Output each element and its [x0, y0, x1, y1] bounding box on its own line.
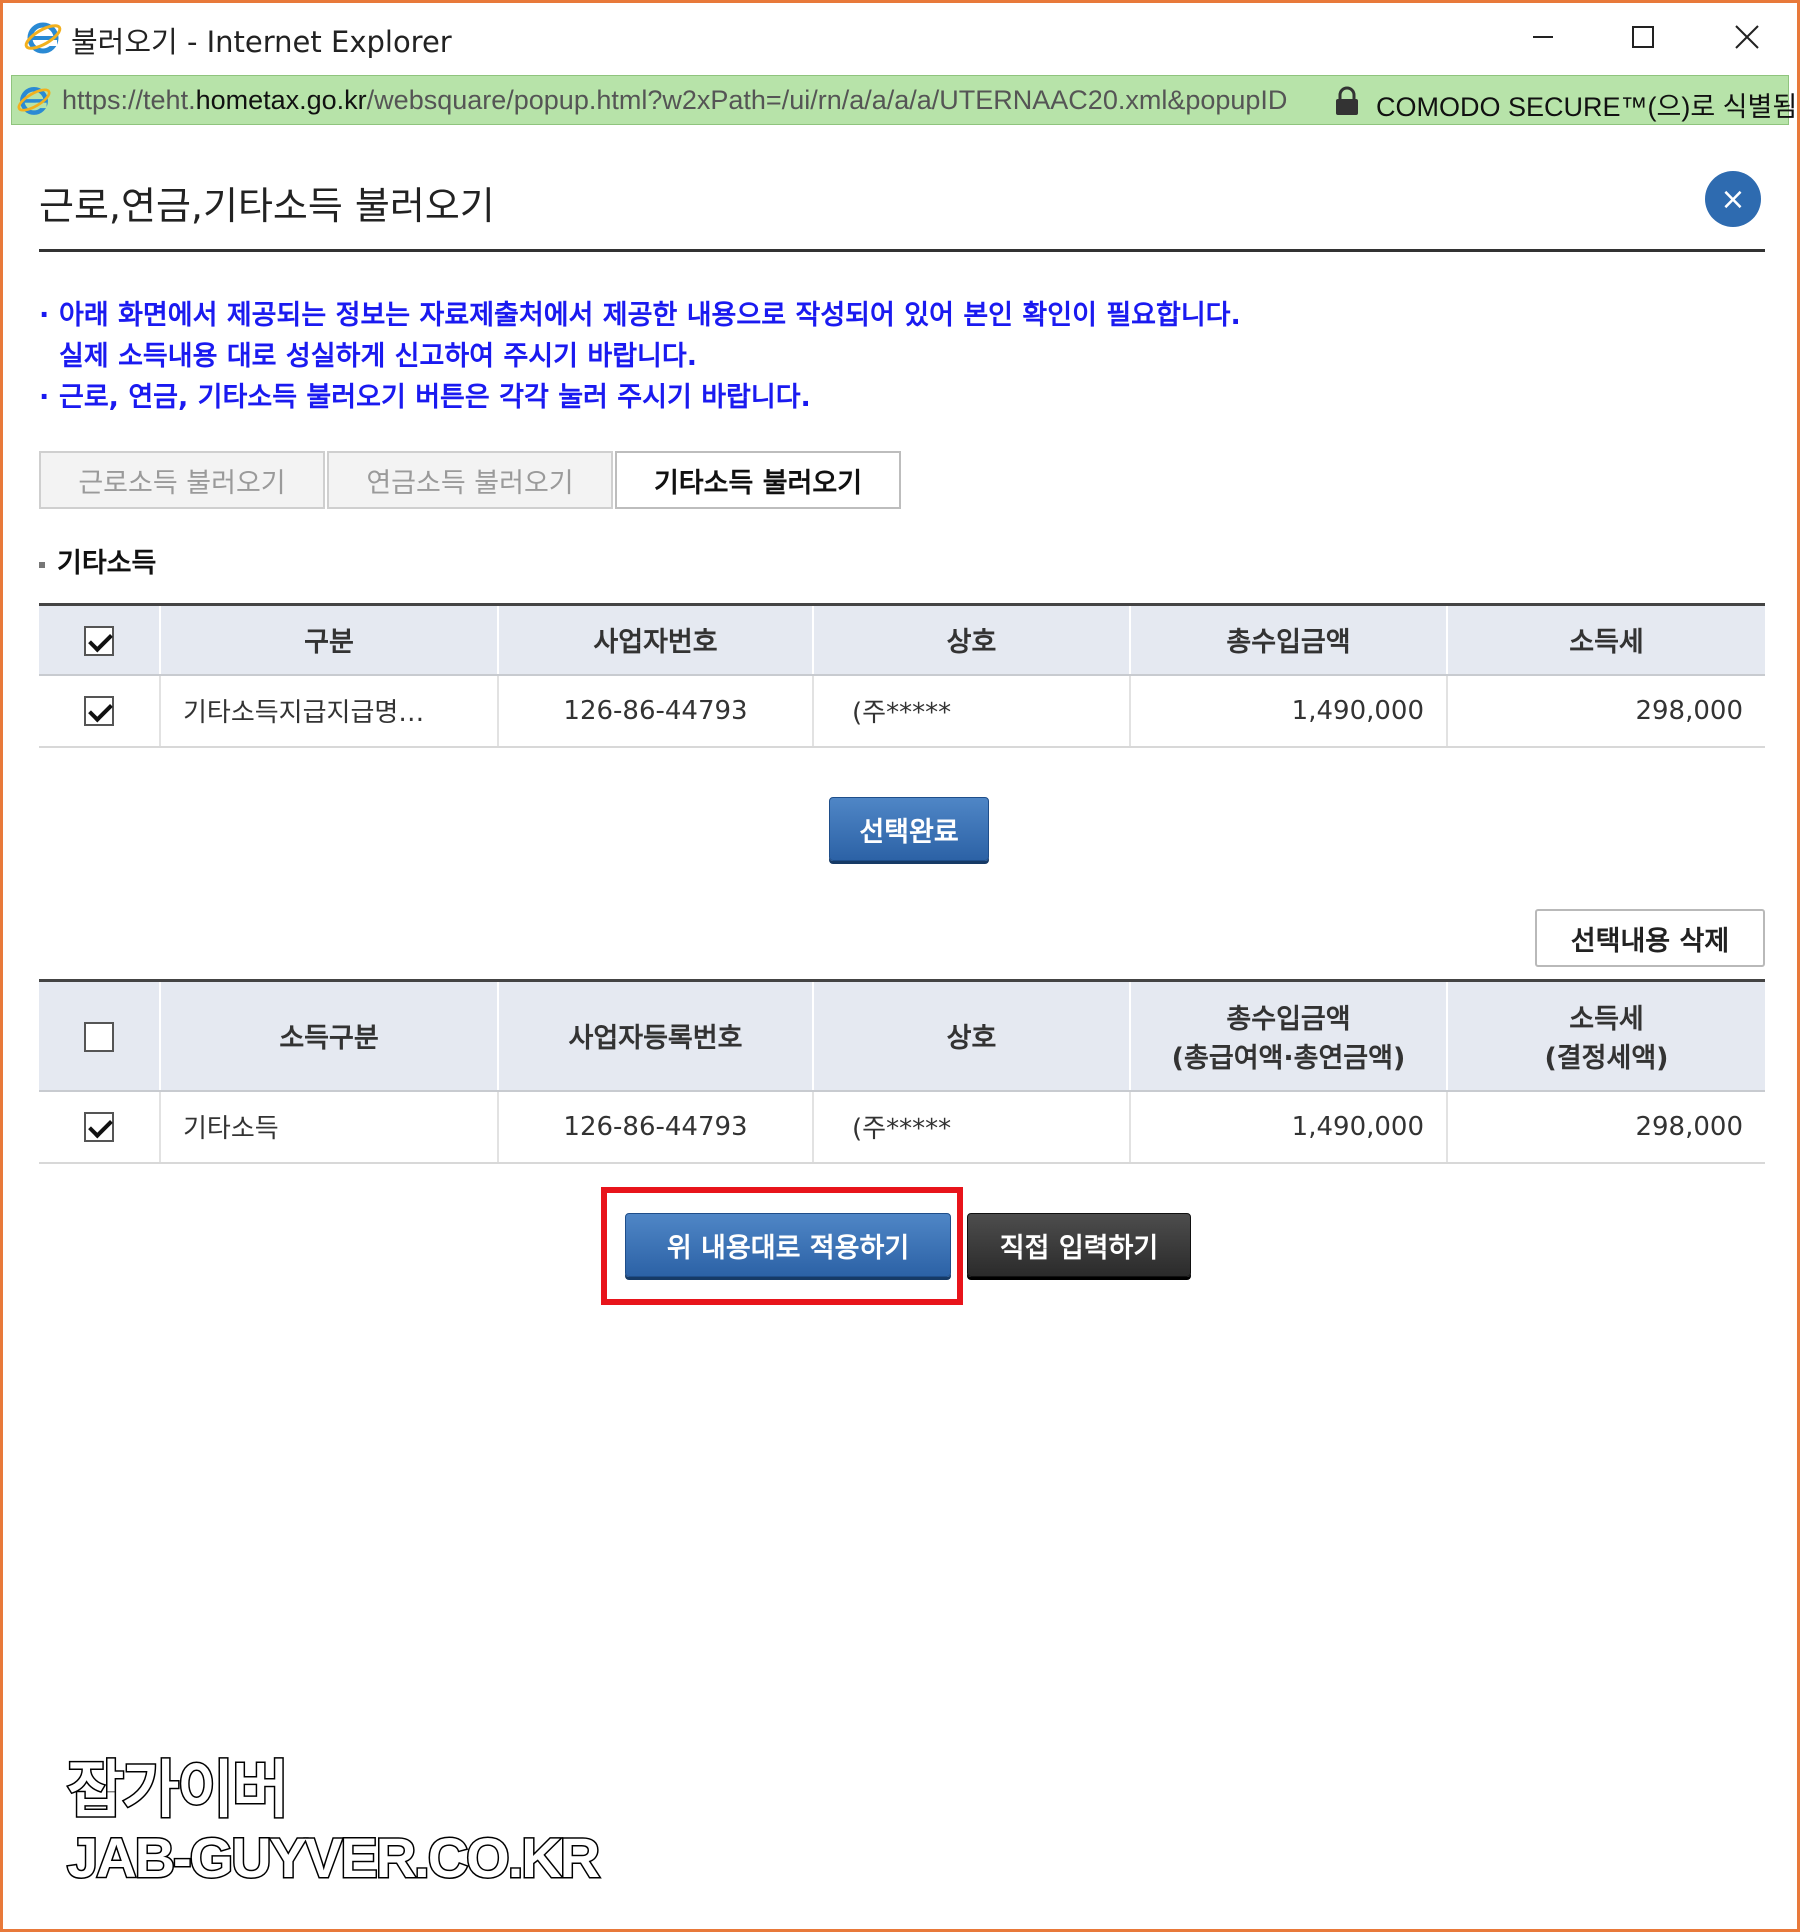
bullet-icon: · [39, 300, 50, 331]
column-header: 구분 [160, 604, 499, 676]
column-header: 사업자등록번호 [498, 980, 814, 1092]
column-header: 사업자번호 [498, 604, 814, 676]
ie-window: 불러오기 - Internet Explorer https://teht.ho… [0, 0, 1800, 1932]
notice-line-text: 실제 소득내용 대로 성실하게 신고하여 주시기 바랍니다. [59, 341, 697, 372]
select-complete-button[interactable]: 선택완료 [829, 797, 989, 861]
manual-input-button[interactable]: 직접 입력하기 [967, 1213, 1191, 1277]
delete-selected-button[interactable]: 선택내용 삭제 [1535, 909, 1765, 967]
url-host: hometax.go.kr [195, 85, 367, 115]
column-header: 총수입금액 (총급여액·총연금액) [1130, 980, 1448, 1092]
popup-close-button[interactable]: × [1705, 171, 1761, 227]
column-header: 소득세 [1447, 604, 1765, 676]
title-divider [39, 249, 1765, 252]
watermark-title: 잡가이버 [65, 1752, 290, 1828]
column-header-label: 소득세 [1569, 1003, 1644, 1035]
table-cell: 126-86-44793 [498, 674, 814, 748]
select-all-header [39, 604, 161, 676]
internet-explorer-icon [17, 86, 51, 115]
notice-line: 실제 소득내용 대로 성실하게 신고하여 주시기 바랍니다. [39, 336, 1241, 377]
table-cell: 298,000 [1447, 1090, 1765, 1164]
title-bar: 불러오기 - Internet Explorer [3, 3, 1797, 71]
certificate-label[interactable]: COMODO SECURE™(으)로 식별됨 [1376, 85, 1797, 124]
section-label: 기타소득 [39, 541, 156, 580]
select-all-header [39, 980, 161, 1092]
tab-pension-income[interactable]: 연금소득 불러오기 [327, 451, 613, 509]
table-header-row: 소득구분 사업자등록번호 상호 총수입금액 (총급여액·총연금액) 소득세 (결정세… [39, 980, 1765, 1092]
column-header: 총수입금액 [1130, 604, 1448, 676]
apply-button[interactable]: 위 내용대로 적용하기 [625, 1213, 951, 1277]
row-select-cell [39, 674, 161, 748]
close-icon: × [1720, 181, 1746, 217]
table-cell: (주***** [813, 674, 1131, 748]
column-header-label: 상호 [946, 1023, 997, 1055]
url-path: /websquare/popup.html?w2xPath=/ui/rn/a/a… [366, 85, 1288, 115]
internet-explorer-icon [24, 22, 62, 54]
column-header-label: 총수입금액 [1226, 1003, 1351, 1035]
row-checkbox[interactable] [84, 1111, 114, 1142]
select-all-checkbox[interactable] [84, 625, 114, 656]
notice-text: · 아래 화면에서 제공되는 정보는 자료제출처에서 제공한 내용으로 작성되어 … [39, 295, 1241, 418]
table-header-row: 구분 사업자번호 상호 총수입금액 소득세 [39, 604, 1765, 676]
column-header: 소득세 (결정세액) [1447, 980, 1765, 1092]
row-checkbox[interactable] [84, 695, 114, 726]
close-icon [1735, 25, 1759, 49]
window-title: 불러오기 - Internet Explorer [71, 25, 452, 59]
maximize-button[interactable] [1593, 3, 1693, 71]
column-header-sublabel: (총급여액·총연금액) [1171, 1042, 1406, 1074]
table-cell: 298,000 [1447, 674, 1765, 748]
income-type-tabs: 근로소득 불러오기 연금소득 불러오기 기타소득 불러오기 [39, 451, 903, 509]
section-label-text: 기타소득 [57, 548, 157, 579]
row-select-cell [39, 1090, 161, 1164]
notice-line: · 아래 화면에서 제공되는 정보는 자료제출처에서 제공한 내용으로 작성되어 … [39, 295, 1241, 336]
bullet-icon: · [39, 382, 50, 413]
tab-earned-income[interactable]: 근로소득 불러오기 [39, 451, 325, 509]
tab-other-income[interactable]: 기타소득 불러오기 [615, 451, 901, 509]
watermark-url: JAB-GUYVER.CO.KR [65, 1825, 601, 1891]
table-row[interactable]: 기타소득 126-86-44793 (주***** 1,490,000 298,… [39, 1090, 1765, 1164]
popup-title: 근로,연금,기타소득 불러오기 [39, 184, 495, 228]
bullet-icon [39, 561, 45, 568]
window-close-button[interactable] [1697, 3, 1797, 71]
table-cell: 1,490,000 [1130, 1090, 1448, 1164]
url-text[interactable]: https://teht.hometax.go.kr/websquare/pop… [62, 85, 1322, 116]
maximize-icon [1632, 26, 1654, 48]
column-header: 소득구분 [160, 980, 499, 1092]
table-row[interactable]: 기타소득지급지급명… 126-86-44793 (주***** 1,490,00… [39, 674, 1765, 748]
notice-line-text: 근로, 연금, 기타소득 불러오기 버튼은 각각 눌러 주시기 바랍니다. [59, 382, 811, 413]
table-cell: 기타소득 [160, 1090, 499, 1164]
notice-line: · 근로, 연금, 기타소득 불러오기 버튼은 각각 눌러 주시기 바랍니다. [39, 377, 1241, 418]
lock-icon[interactable] [1334, 86, 1360, 116]
select-all-checkbox[interactable] [84, 1021, 114, 1052]
table-cell: 기타소득지급지급명… [160, 674, 499, 748]
minimize-button[interactable] [1493, 3, 1593, 71]
url-prefix: https://teht. [62, 85, 196, 115]
selected-income-table: 소득구분 사업자등록번호 상호 총수입금액 (총급여액·총연금액) 소득세 (결정세… [39, 979, 1765, 1164]
table-cell: 126-86-44793 [498, 1090, 814, 1164]
table-cell: 1,490,000 [1130, 674, 1448, 748]
column-header-sublabel: (결정세액) [1544, 1042, 1669, 1074]
notice-line-text: 아래 화면에서 제공되는 정보는 자료제출처에서 제공한 내용으로 작성되어 있… [59, 300, 1241, 331]
column-header: 상호 [813, 604, 1131, 676]
column-header: 상호 [813, 980, 1131, 1092]
column-header-label: 소득구분 [279, 1023, 379, 1055]
address-bar[interactable]: https://teht.hometax.go.kr/websquare/pop… [11, 75, 1797, 125]
column-header-label: 사업자등록번호 [568, 1023, 743, 1055]
source-income-table: 구분 사업자번호 상호 총수입금액 소득세 기타소득지급지급명… 126-86-… [39, 603, 1765, 748]
table-cell: (주***** [813, 1090, 1131, 1164]
minimize-icon [1533, 36, 1553, 38]
